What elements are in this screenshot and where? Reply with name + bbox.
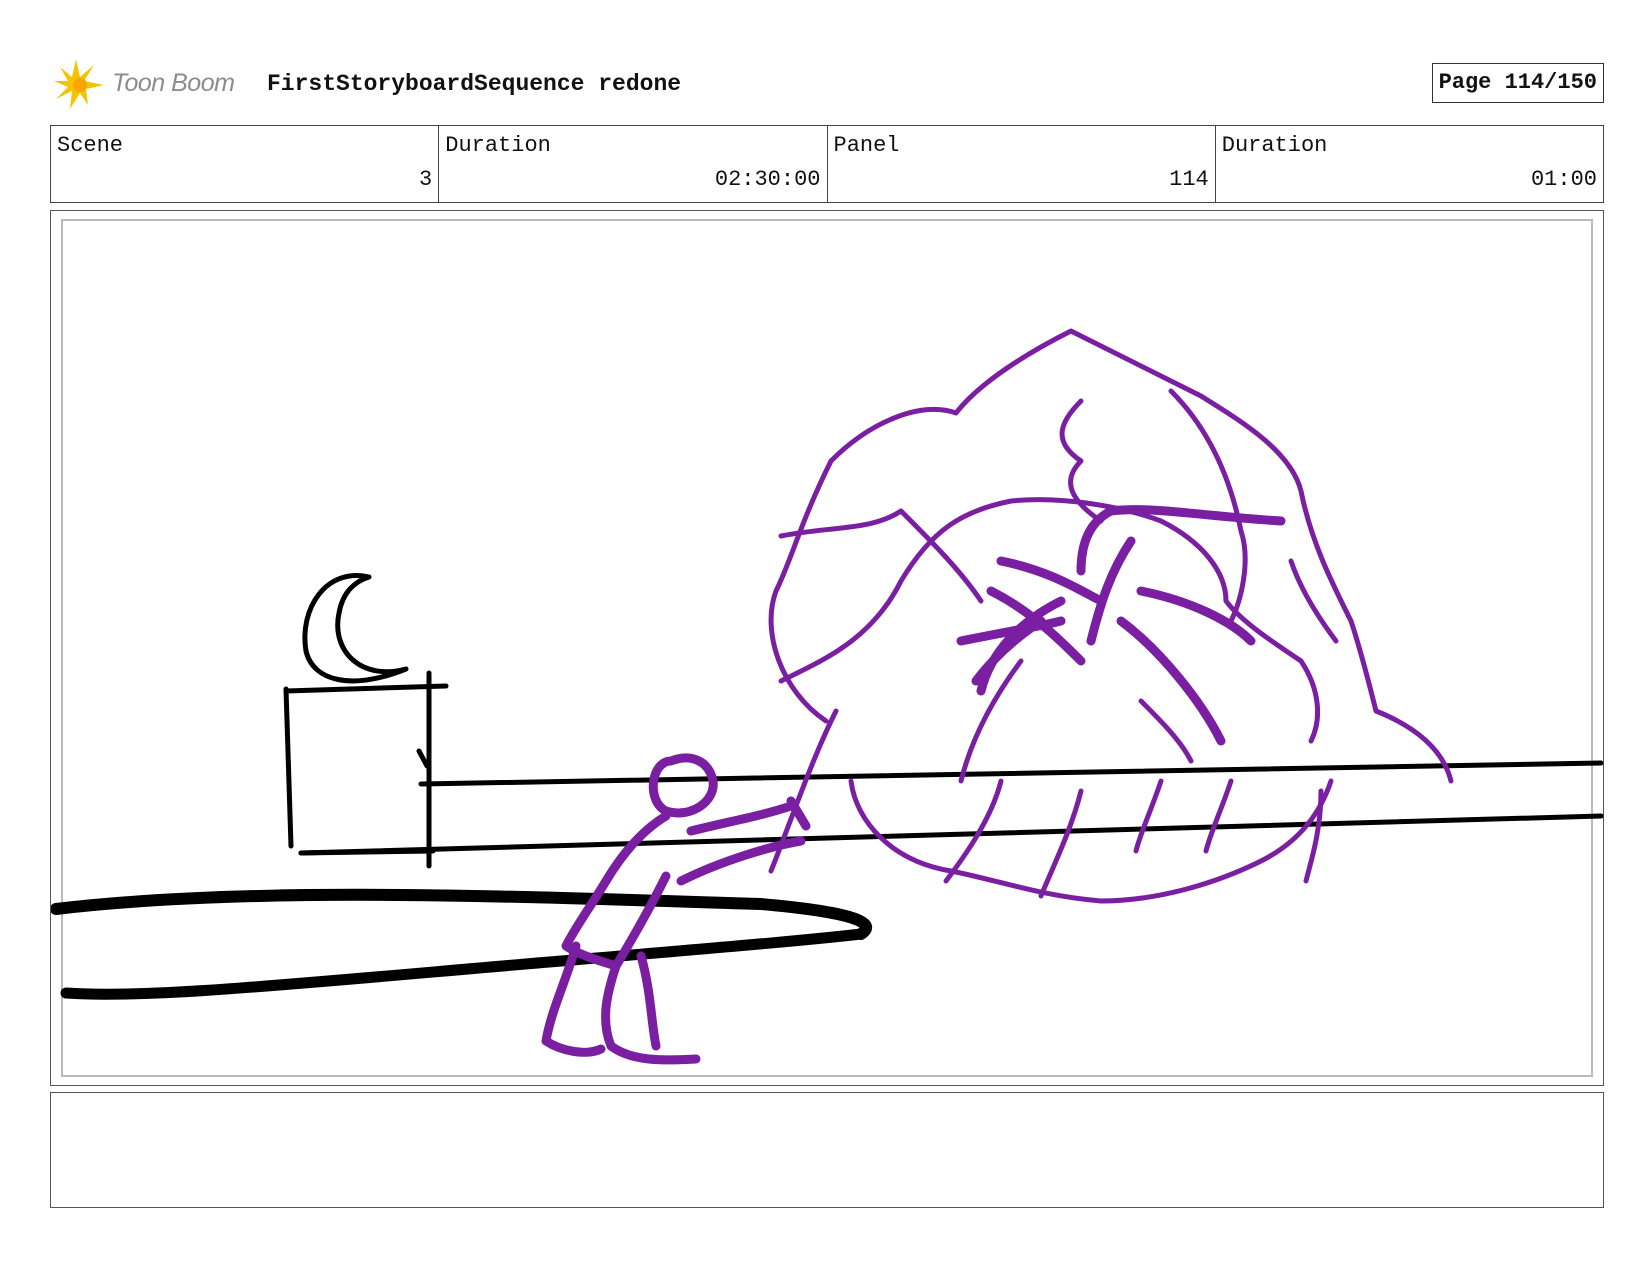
explosion-streaks (958, 658, 1194, 784)
storyboard-header: Toon Boom FirstStoryboardSequence redone… (50, 55, 1604, 113)
road-top (51, 888, 873, 940)
starburst-icon (54, 59, 104, 109)
figure-stick (768, 708, 839, 874)
panel-notes-box (50, 1092, 1604, 1208)
page-indicator: Page 114/150 (1431, 63, 1604, 103)
panel-duration-cell: Duration 01:00 (1216, 126, 1603, 202)
toon-boom-logo: Toon Boom (54, 59, 254, 111)
panel-frame (50, 210, 1604, 1086)
moon-sketch (302, 573, 409, 684)
panel-label: Panel (833, 133, 900, 158)
road-bottom (60, 928, 867, 1000)
figure-head (648, 753, 718, 818)
explosion-crack-2 (1168, 388, 1248, 624)
explosion-core (956, 505, 1286, 746)
rail-upper (418, 760, 1604, 787)
scene-info-table: Scene 3 Duration 02:30:00 Panel 114 Dura… (50, 125, 1604, 203)
project-title: FirstStoryboardSequence redone (267, 71, 682, 97)
ink-layer (51, 573, 1604, 1000)
explosion-outer (768, 328, 1454, 784)
scene-duration-value: 02:30:00 (714, 167, 821, 192)
figure-body (561, 811, 671, 971)
explosion-lower-cloud (848, 778, 1334, 904)
panel-value: 114 (1169, 167, 1209, 192)
building-sketch (283, 670, 449, 869)
logo-text: Toon Boom (112, 69, 235, 97)
scene-duration-cell: Duration 02:30:00 (439, 126, 828, 202)
scene-duration-label: Duration (445, 133, 551, 158)
panel-duration-label: Duration (1221, 133, 1328, 158)
panel-drawing (51, 328, 1604, 1065)
scene-cell: Scene 3 (51, 126, 440, 202)
scene-label: Scene (57, 133, 124, 158)
panel-duration-value: 01:00 (1530, 167, 1597, 192)
explosion-drips (943, 778, 1324, 899)
rail-lower (298, 813, 1604, 856)
panel-cell: Panel 114 (828, 126, 1216, 202)
scene-value: 3 (419, 167, 433, 192)
